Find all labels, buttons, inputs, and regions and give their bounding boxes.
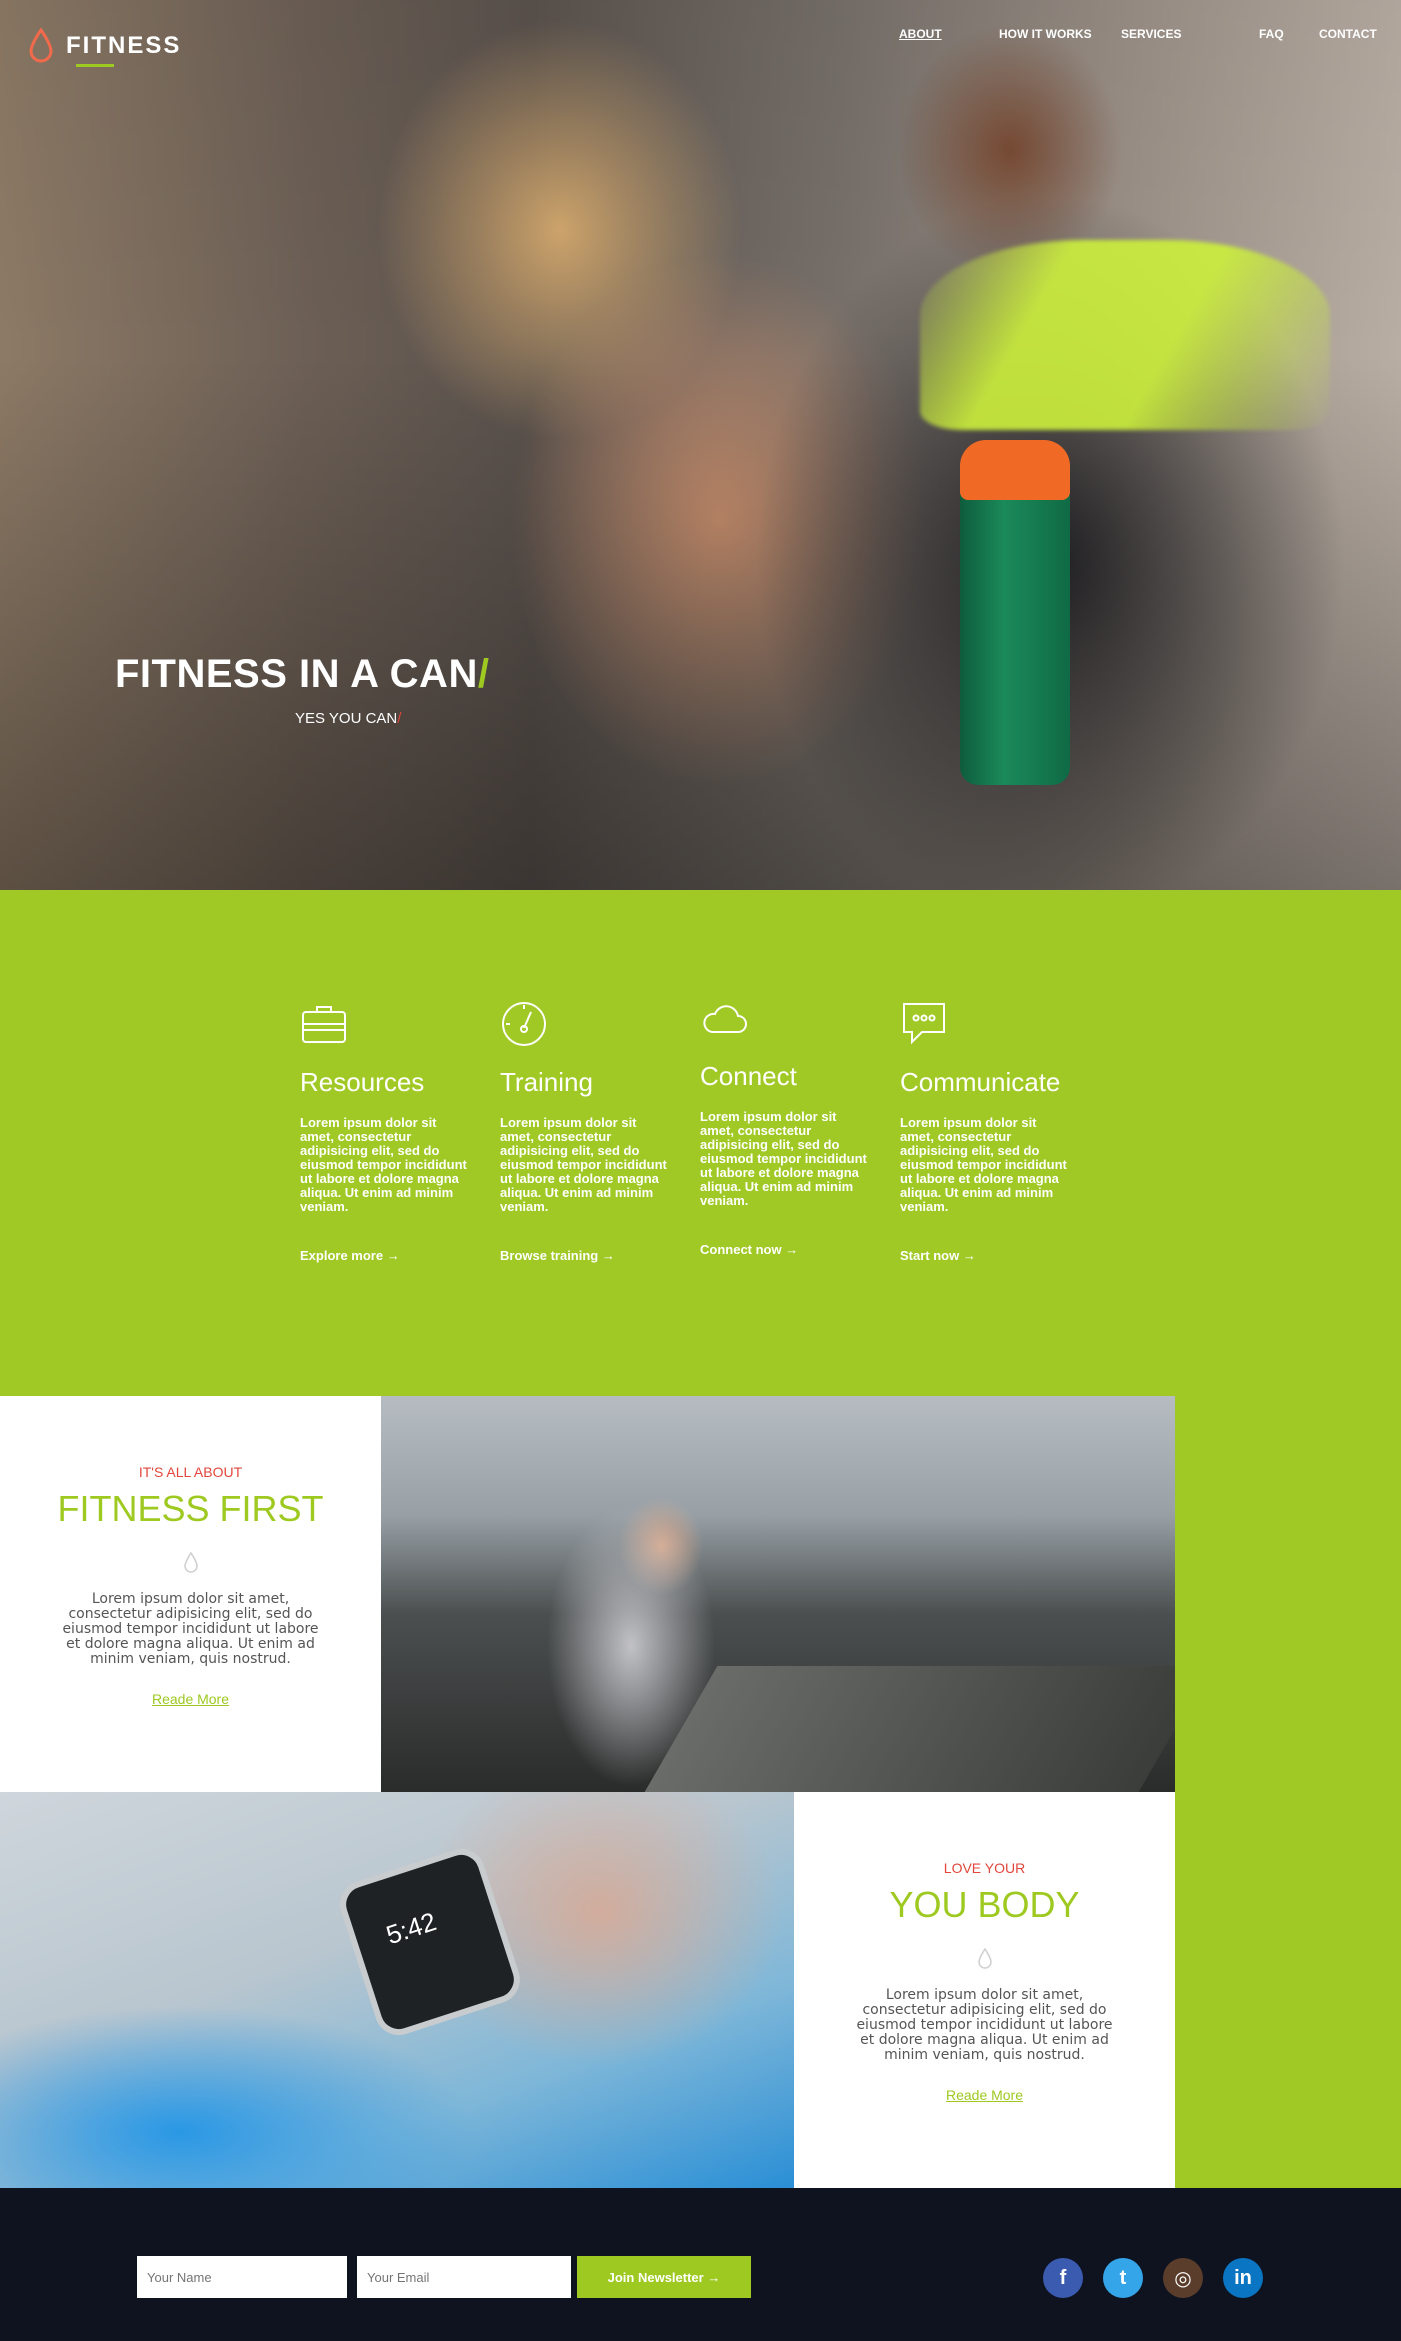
feature-title: Connect <box>700 1061 797 1091</box>
drop-icon <box>977 1948 992 1969</box>
panel-kicker: IT'S ALL ABOUT <box>138 1464 243 1480</box>
explore-more-link[interactable]: Explore more → <box>300 1248 470 1263</box>
twitter-icon[interactable]: t <box>1103 2258 1143 2298</box>
facebook-icon[interactable]: f <box>1043 2258 1083 2298</box>
green-side-strip <box>1175 1396 1401 2188</box>
feature-connect: Connect Lorem ipsum dolor sit amet, cons… <box>700 996 870 1257</box>
feature-body: Lorem ipsum dolor sit amet, consectetur … <box>900 1115 1067 1214</box>
read-more-link[interactable]: Reade More <box>946 2087 1023 2103</box>
read-more-link[interactable]: Reade More <box>152 1691 229 1707</box>
nav-item-about[interactable]: ABOUT <box>899 27 942 41</box>
panel-body: Lorem ipsum dolor sit amet, consectetur … <box>856 1987 1113 2063</box>
nav-item-faq[interactable]: FAQ <box>1259 27 1284 41</box>
hero-subtitle-slash: / <box>397 710 402 727</box>
smartwatch: 5:42 <box>333 1842 527 2042</box>
hero-section: FITNESS ABOUT HOW IT WORKS SERVICES FAQ … <box>0 0 1401 890</box>
start-now-link[interactable]: Start now → <box>900 1248 1070 1263</box>
feature-body: Lorem ipsum dolor sit amet, consectetur … <box>300 1115 467 1214</box>
speedometer-icon <box>502 1002 546 1046</box>
join-newsletter-button[interactable]: Join Newsletter → <box>577 2256 751 2298</box>
hero-photo-bottle-cap <box>960 440 1070 500</box>
hero-subtitle: YES YOU CAN/ <box>295 710 401 727</box>
feature-body: Lorem ipsum dolor sit amet, consectetur … <box>500 1115 667 1214</box>
feature-resources: Resources Lorem ipsum dolor sit amet, co… <box>300 1000 470 1263</box>
nav-item-how-it-works[interactable]: HOW IT WORKS <box>999 27 1092 41</box>
panel-kicker: LOVE YOUR <box>943 1860 1026 1876</box>
hero-photo-tank-top <box>920 240 1330 430</box>
panel-body: Lorem ipsum dolor sit amet, consectetur … <box>62 1591 319 1667</box>
woman-stretching-photo <box>381 1396 1175 1792</box>
panel-title: YOU BODY <box>889 1884 1080 1925</box>
logo-text: FITNESS <box>66 32 182 59</box>
linkedin-icon[interactable]: in <box>1223 2258 1263 2298</box>
logo-underline <box>76 64 114 67</box>
instagram-icon[interactable]: ◎ <box>1163 2258 1203 2298</box>
email-input[interactable] <box>357 2256 571 2298</box>
watch-time: 5:42 <box>382 1906 440 1951</box>
photo-dock <box>644 1666 1175 1792</box>
feature-training: Training Lorem ipsum dolor sit amet, con… <box>500 1000 670 1263</box>
hero-title-slash: / <box>477 652 490 696</box>
footer: Join Newsletter → f t ◎ in <box>0 2188 1401 2341</box>
feature-communicate: Communicate Lorem ipsum dolor sit amet, … <box>900 1000 1070 1263</box>
name-input[interactable] <box>137 2256 347 2298</box>
love-your-body-panel: LOVE YOUR YOU BODY Lorem ipsum dolor sit… <box>794 1792 1175 2188</box>
briefcase-icon <box>302 1006 346 1043</box>
browse-training-link[interactable]: Browse training → <box>500 1248 670 1263</box>
features-section: Resources Lorem ipsum dolor sit amet, co… <box>0 890 1401 1396</box>
hero-subtitle-text: YES YOU CAN <box>295 710 398 727</box>
feature-title: Training <box>500 1067 593 1097</box>
drop-icon <box>183 1552 198 1573</box>
logo[interactable]: FITNESS <box>28 28 182 67</box>
nav-item-contact[interactable]: CONTACT <box>1319 27 1377 41</box>
drop-logo-icon <box>29 28 53 63</box>
feature-body: Lorem ipsum dolor sit amet, consectetur … <box>700 1109 867 1208</box>
hero-title-text: FITNESS IN A CAN <box>115 652 478 696</box>
hero-title: FITNESS IN A CAN/ <box>115 652 489 697</box>
panel-title: FITNESS FIRST <box>57 1488 324 1529</box>
fitness-first-panel: IT'S ALL ABOUT FITNESS FIRST Lorem ipsum… <box>0 1396 381 1792</box>
nav-item-services[interactable]: SERVICES <box>1121 27 1181 41</box>
feature-title: Communicate <box>900 1067 1061 1097</box>
smartwatch-photo: 5:42 <box>0 1792 794 2188</box>
chat-bubble-icon <box>903 1003 945 1045</box>
feature-title: Resources <box>300 1067 425 1097</box>
connect-now-link[interactable]: Connect now → <box>700 1242 870 1257</box>
cloud-icon <box>703 1005 747 1033</box>
